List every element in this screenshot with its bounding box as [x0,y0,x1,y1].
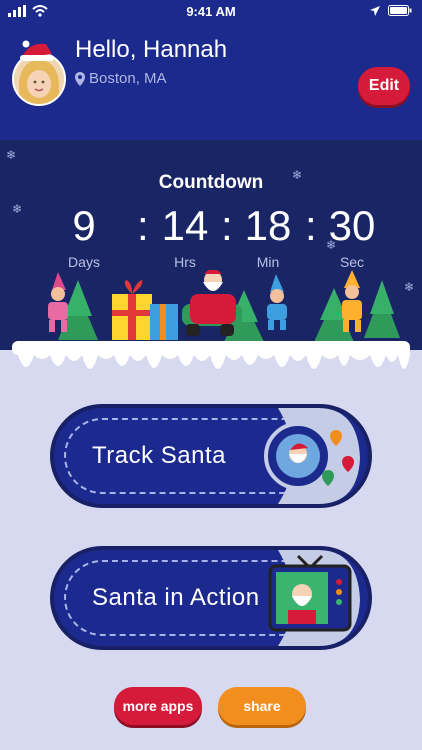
colon-separator: : [305,202,317,249]
share-button[interactable]: share [218,687,306,725]
colon-separator: : [137,202,149,249]
location-arrow-icon [370,5,380,16]
edit-button[interactable]: Edit [358,67,410,105]
santa-hat-icon [20,40,54,61]
track-santa-label: Track Santa [92,442,226,469]
santa-icon [182,270,242,336]
minutes-value: 18 [244,202,292,249]
status-bar: 9:41 AM [0,0,422,24]
colon-separator: : [221,202,233,249]
hours-value: 14 [161,202,209,249]
countdown-panel: ❄ ❄ ❄ ❄ ❄ Countdown 9 : 14 : 18 : 30 Day… [0,140,422,350]
days-label: Days [68,254,100,270]
status-right [370,5,412,16]
santa-in-action-label: Santa in Action [92,584,260,611]
elf-icon [48,272,68,332]
greeting-text: Hello, Hannah [75,36,228,63]
days-value: 9 [72,202,96,249]
christmas-scene-illustration [48,270,400,342]
location-row: Boston, MA [75,70,167,87]
seconds-label: Sec [339,254,365,270]
snowflake-icon: ❄ [6,148,17,162]
elf-icon [267,274,287,330]
santa-globe-map-icon [264,408,360,504]
more-apps-button[interactable]: more apps [114,687,202,725]
gift-box-icon [112,280,152,340]
icicles-decoration [12,349,410,369]
status-time: 9:41 AM [186,4,236,19]
countdown-title: Countdown [158,172,264,193]
minutes-label: Min [256,254,280,270]
gift-box-icon [150,304,178,340]
location-text: Boston, MA [89,70,167,87]
tree-icon [364,280,400,338]
snowflake-icon: ❄ [12,202,23,216]
hours-label: Hrs [174,254,196,270]
santa-tv-icon [268,550,360,646]
seconds-value: 30 [328,202,376,249]
map-pin-icon [75,71,85,86]
avatar-container[interactable] [12,40,68,106]
santa-in-action-button[interactable]: Santa in Action [50,546,372,650]
elf-icon [342,270,362,332]
battery-icon [388,5,412,16]
track-santa-button[interactable]: Track Santa [50,404,372,508]
